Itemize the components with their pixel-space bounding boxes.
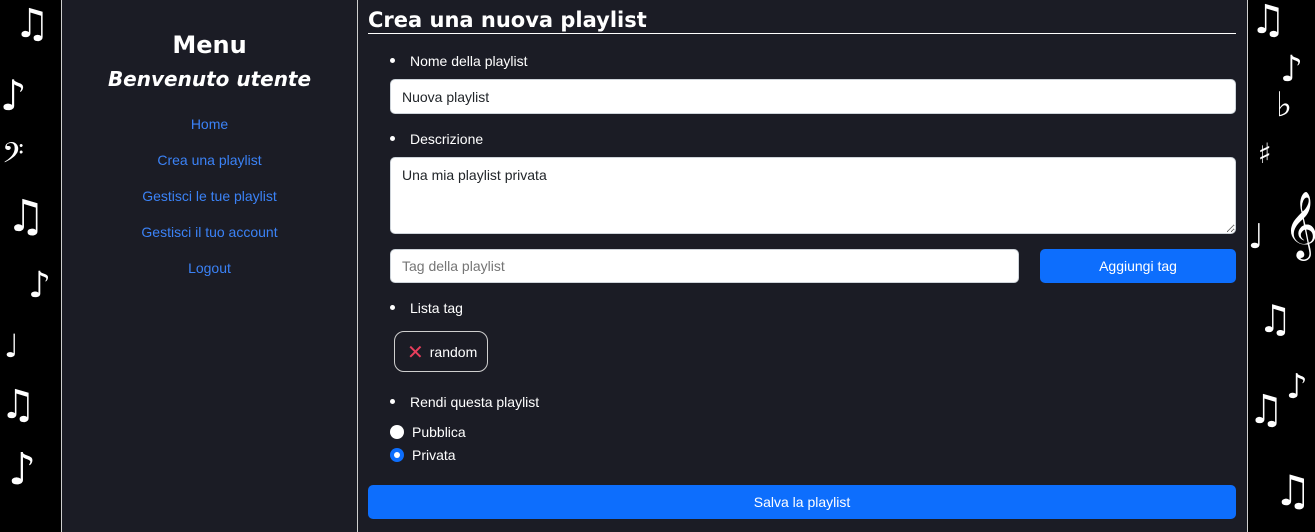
playlist-name-label: Nome della playlist (390, 53, 528, 69)
music-note-icon: ♫ (1274, 466, 1312, 515)
music-notes-background-left: ♫ ♪ 𝄢 ♫ ♪ ♩ ♫ ♪ (0, 0, 62, 532)
radio-public-label: Pubblica (412, 424, 466, 440)
tag-list-label: Lista tag (390, 300, 463, 316)
radio-public[interactable]: Pubblica (390, 424, 466, 440)
radio-public-input[interactable] (390, 425, 404, 439)
create-playlist-link[interactable]: Crea una playlist (157, 152, 261, 168)
sidebar-item-home: Home (62, 106, 357, 142)
welcome-text: Benvenuto utente (107, 67, 312, 91)
create-playlist-form: Crea una nuova playlist Nome della playl… (358, 0, 1248, 532)
description-label: Descrizione (390, 131, 483, 147)
visibility-label: Rendi questa playlist (390, 394, 539, 410)
tag-input[interactable] (390, 249, 1019, 283)
description-textarea[interactable]: Una mia playlist privata (390, 157, 1236, 234)
page-title: Crea una nuova playlist (368, 8, 1236, 34)
music-note-icon: ♪ (28, 265, 51, 306)
music-note-icon: ♫ (6, 191, 46, 242)
flat-icon: ♭ (1276, 85, 1293, 125)
sidebar-links: Home Crea una playlist Gestisci le tue p… (62, 106, 357, 286)
music-note-icon: ♫ (1250, 0, 1286, 43)
radio-private-label: Privata (412, 447, 456, 463)
music-note-icon: ♫ (1248, 387, 1284, 433)
close-icon[interactable]: ✕ (407, 340, 424, 364)
radio-private-input[interactable] (390, 448, 404, 462)
treble-clef-icon: 𝄞 (1284, 190, 1315, 258)
menu-title: Menu (172, 31, 247, 59)
manage-playlists-link[interactable]: Gestisci le tue playlist (142, 188, 277, 204)
save-playlist-button[interactable]: Salva la playlist (368, 485, 1236, 519)
music-note-icon: ♪ (8, 444, 37, 495)
music-note-icon: ♫ (1258, 297, 1293, 341)
logout-link[interactable]: Logout (188, 260, 231, 276)
tag-chip: ✕ random (394, 331, 488, 372)
music-note-icon: ♩ (4, 327, 20, 365)
sidebar-item-logout: Logout (62, 250, 357, 286)
music-note-icon: ♪ (1280, 49, 1303, 90)
sidebar-item-create-playlist: Crea una playlist (62, 142, 357, 178)
playlist-name-input[interactable] (390, 79, 1236, 114)
home-link[interactable]: Home (191, 116, 228, 132)
music-note-icon: ♪ (0, 71, 27, 120)
music-notes-background-right: ♫ ♪ ♭ ♯ 𝄞 ♩ ♫ ♪ ♫ ♫ (1248, 0, 1315, 532)
tag-label: random (429, 343, 478, 360)
music-note-icon: ♪ (1286, 367, 1308, 407)
radio-private[interactable]: Privata (390, 447, 456, 463)
music-note-icon: ♫ (0, 382, 36, 428)
music-note-icon: ♩ (1248, 217, 1265, 257)
add-tag-button[interactable]: Aggiungi tag (1040, 249, 1236, 283)
music-note-icon: ♫ (14, 1, 50, 47)
sharp-icon: ♯ (1258, 137, 1272, 170)
sidebar-menu: Menu Benvenuto utente Home Crea una play… (61, 0, 358, 532)
sidebar-item-manage-account: Gestisci il tuo account (62, 214, 357, 250)
sidebar-item-manage-playlists: Gestisci le tue playlist (62, 178, 357, 214)
manage-account-link[interactable]: Gestisci il tuo account (141, 224, 277, 240)
bass-clef-icon: 𝄢 (2, 137, 24, 177)
